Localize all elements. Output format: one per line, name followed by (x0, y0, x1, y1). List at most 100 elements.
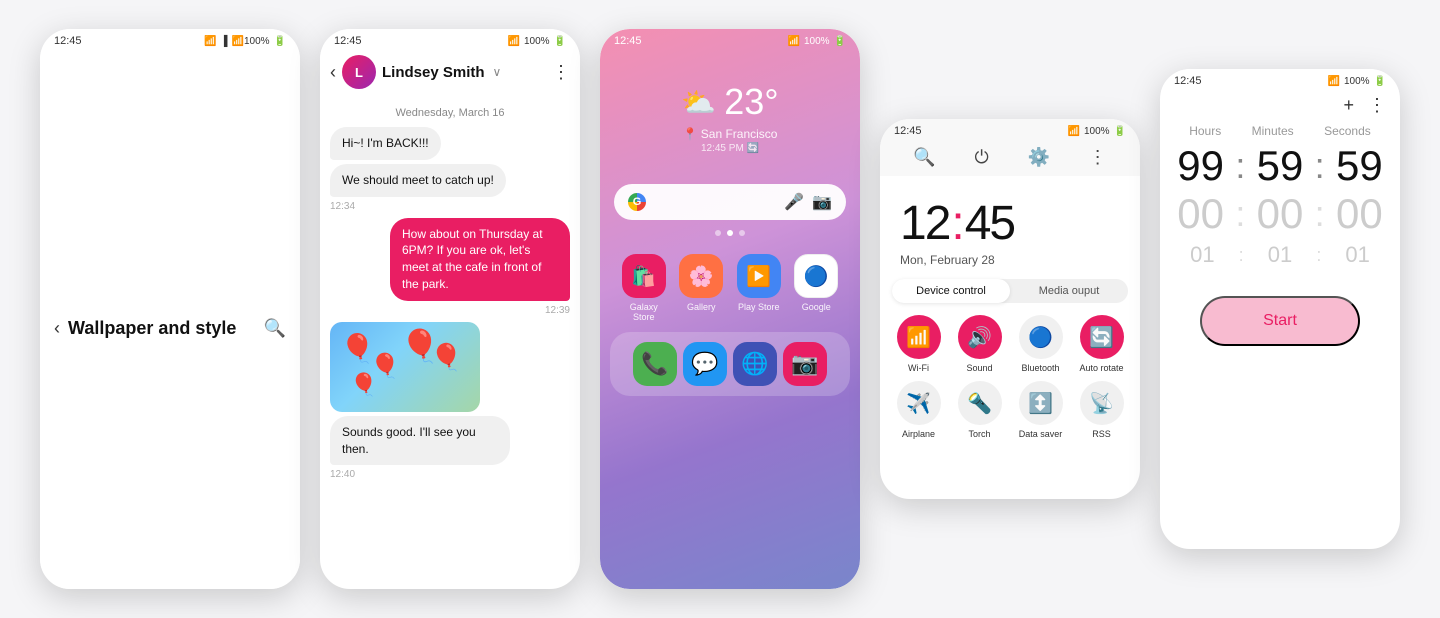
internet-app-icon[interactable]: 🌐 (733, 342, 777, 386)
qs-search-icon[interactable]: 🔍 (913, 147, 935, 168)
page-title: Wallpaper and style (68, 318, 256, 339)
status-icons-3: 📶 100% 🔋 (788, 36, 846, 47)
qs-tile-wifi[interactable]: 📶 Wi-Fi (892, 315, 945, 373)
qs-tile-sound[interactable]: 🔊 Sound (953, 315, 1006, 373)
app-galaxy-store[interactable]: 🛍️ Galaxy Store (620, 254, 668, 322)
clock-date: Mon, February 28 (900, 253, 1120, 267)
messages-app-icon[interactable]: 💬 (683, 342, 727, 386)
bluetooth-tile-label: Bluetooth (1021, 363, 1059, 373)
torch-tile-icon: 🔦 (958, 381, 1002, 425)
search-icon[interactable]: 🔍 (264, 318, 286, 339)
stopwatch-seconds: 59 (1329, 142, 1390, 190)
rss-tile-icon: 📡 (1080, 381, 1124, 425)
qs-tile-torch[interactable]: 🔦 Torch (953, 381, 1006, 439)
home-search-bar[interactable]: G 🎤 📷 (614, 184, 846, 220)
quick-settings-phone: 12:45 📶 100% 🔋 🔍 ⏻ ⚙️ ⋮ 12:45 Mon, Febru… (880, 119, 1140, 499)
start-button[interactable]: Start (1200, 296, 1360, 346)
battery-text-2: 100% (524, 36, 550, 47)
clock-hours: 12 (900, 197, 949, 250)
message-1: Hi~! I'm BACK!!! (320, 125, 580, 162)
datasaver-tile-label: Data saver (1019, 429, 1063, 439)
qs-tiles-grid: 📶 Wi-Fi 🔊 Sound 🔵 Bluetooth 🔄 Auto rotat… (880, 311, 1140, 447)
airplane-tile-label: Airplane (902, 429, 935, 439)
back-button[interactable]: ‹ (54, 318, 60, 339)
battery-text-4: 100% (1084, 126, 1110, 137)
status-time-4: 12:45 (894, 125, 922, 137)
datasaver-tile-icon: ↕️ (1019, 381, 1063, 425)
qs-tab-media-output[interactable]: Media ouput (1010, 279, 1128, 303)
airplane-tile-icon: ✈️ (897, 381, 941, 425)
weather-icon: ⛅ (681, 86, 716, 119)
message-2: We should meet to catch up! (320, 162, 580, 199)
stopwatch-sub-time: 00 : 00 : 00 (1160, 190, 1400, 238)
qs-settings-icon[interactable]: ⚙️ (1027, 147, 1049, 168)
sent-bubble-1: How about on Thursday at 6PM? If you are… (390, 218, 570, 301)
stopwatch-sub-seconds: 00 (1329, 190, 1390, 238)
received-bubble-1: Hi~! I'm BACK!!! (330, 127, 441, 160)
qs-tile-bluetooth[interactable]: 🔵 Bluetooth (1014, 315, 1067, 373)
autorotate-tile-icon: 🔄 (1080, 315, 1124, 359)
stopwatch-labels: Hours Minutes Seconds (1160, 124, 1400, 142)
battery-text: 📶100% (232, 36, 270, 47)
more-options-icon[interactable]: ⋮ (552, 62, 570, 83)
stopwatch-colon-1: : (1235, 145, 1245, 187)
google-icon: 🔵 (794, 254, 838, 298)
contact-name: Lindsey Smith (382, 64, 485, 81)
received-bubble-2: We should meet to catch up! (330, 164, 506, 197)
app-play-store-label: Play Store (738, 302, 780, 312)
camera-app-icon[interactable]: 📷 (783, 342, 827, 386)
message-date: Wednesday, March 16 (320, 99, 580, 125)
qs-tile-rss[interactable]: 📡 RSS (1075, 381, 1128, 439)
weather-temp: 23° (724, 81, 778, 123)
signal-icon: ▐ (220, 36, 227, 47)
qs-tile-airplane[interactable]: ✈️ Airplane (892, 381, 945, 439)
message-header: ‹ L Lindsey Smith ∨ ⋮ (320, 51, 580, 99)
qs-tile-autorotate[interactable]: 🔄 Auto rotate (1075, 315, 1128, 373)
app-google[interactable]: 🔵 Google (793, 254, 841, 322)
clock-widget: 12:45 Mon, February 28 (880, 176, 1140, 271)
mic-icon[interactable]: 🎤 (784, 192, 804, 212)
page-dot-3 (739, 230, 745, 236)
message-image: 🎈 🎈 🎈 🎈 🎈 (330, 322, 480, 412)
status-bar-1: 12:45 📶 ▐ 📶100% 🔋 (40, 29, 300, 51)
status-bar-5: 12:45 📶 100% 🔋 (1160, 69, 1400, 91)
camera-search-icon[interactable]: 📷 (812, 192, 832, 212)
stopwatch-sub-colon-2: : (1315, 193, 1325, 235)
message-4: Sounds good. I'll see you then. (320, 414, 580, 468)
messages-phone: 12:45 📶 100% 🔋 ‹ L Lindsey Smith ∨ ⋮ Wed… (320, 29, 580, 589)
status-bar-4: 12:45 📶 100% 🔋 (880, 119, 1140, 141)
battery-text-5: 100% (1344, 76, 1370, 87)
wifi-tile-label: Wi-Fi (908, 363, 929, 373)
status-bar-2: 12:45 📶 100% 🔋 (320, 29, 580, 51)
qs-tab-device-control[interactable]: Device control (892, 279, 1010, 303)
qs-power-icon[interactable]: ⏻ (975, 147, 989, 168)
weather-city: 📍 San Francisco (683, 127, 778, 141)
qs-tile-datasaver[interactable]: ↕️ Data saver (1014, 381, 1067, 439)
status-icons-2: 📶 100% 🔋 (508, 36, 566, 47)
page-dot-2 (727, 230, 733, 236)
app-dock: 📞 💬 🌐 📷 (610, 332, 850, 396)
wifi-icon: 📶 (204, 36, 216, 47)
torch-tile-label: Torch (968, 429, 990, 439)
status-time-1: 12:45 (54, 35, 82, 47)
app-play-store[interactable]: ▶️ Play Store (735, 254, 783, 322)
qs-tabs: Device control Media ouput (892, 279, 1128, 303)
phone-app-icon[interactable]: 📞 (633, 342, 677, 386)
stopwatch-sub2-colon-2: : (1316, 245, 1321, 266)
hours-label: Hours (1189, 124, 1221, 138)
stopwatch-colon-2: : (1315, 145, 1325, 187)
seconds-label: Seconds (1324, 124, 1371, 138)
msg-back-button[interactable]: ‹ (330, 62, 336, 83)
clock-minutes: 45 (965, 197, 1014, 250)
sound-tile-label: Sound (966, 363, 992, 373)
page-dot-1 (715, 230, 721, 236)
app-grid: 🛍️ Galaxy Store 🌸 Gallery ▶️ Play Store … (600, 244, 860, 332)
status-icons-1: 📶 ▐ 📶100% 🔋 (204, 36, 286, 47)
app-gallery[interactable]: 🌸 Gallery (678, 254, 726, 322)
stopwatch-add-icon[interactable]: + (1343, 95, 1354, 116)
status-bar-3: 12:45 📶 100% 🔋 (600, 29, 860, 51)
rss-tile-label: RSS (1092, 429, 1111, 439)
qs-more-icon[interactable]: ⋮ (1089, 147, 1107, 168)
stopwatch-more-icon[interactable]: ⋮ (1368, 95, 1386, 116)
stopwatch-phone: 12:45 📶 100% 🔋 + ⋮ Hours Minutes Seconds… (1160, 69, 1400, 549)
